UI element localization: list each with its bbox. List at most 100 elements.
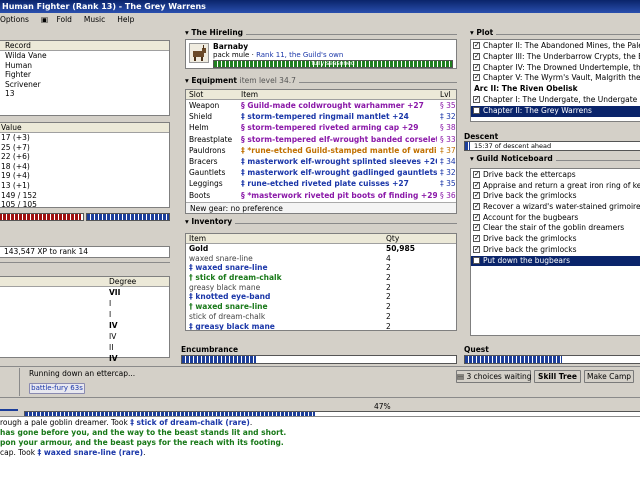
equipment-row[interactable]: Leggings ‡ rune-etched riveted plate cuis… [186, 178, 456, 189]
choices-button[interactable]: ▤ 3 choices waiting [456, 370, 532, 383]
rarity-mark: § [241, 123, 245, 133]
guild-row[interactable]: Put down the bugbears [471, 255, 640, 267]
spell-row[interactable]: VII [0, 287, 169, 298]
stat-value: 18 (+4) [1, 161, 30, 171]
log-line: cap. Took ‡ waxed snare-line (rare). [0, 448, 640, 458]
checkbox[interactable] [473, 223, 480, 233]
plot-label: Chapter I: The Undergate, the Undergate … [483, 94, 640, 104]
mule-icon [189, 43, 209, 63]
guild-row[interactable]: Appraise and return a great iron ring of… [471, 181, 640, 192]
guild-row[interactable]: Drive back the grimlocks [471, 245, 640, 256]
inventory-row[interactable]: Gold 50,985 [186, 244, 456, 254]
spell-row[interactable]: II [0, 342, 169, 353]
plot-row[interactable]: Chapter IV: The Drowned Undertemple, the… [471, 63, 640, 74]
plot-label: Chapter V: The Wyrm's Vault, Malgrith th… [483, 73, 640, 83]
checkbox[interactable] [473, 52, 480, 62]
checkbox[interactable] [473, 170, 480, 180]
spell-degree: II [109, 343, 114, 352]
rarity-mark: § [241, 134, 245, 144]
equipment-row[interactable]: Bracers ‡ masterwork elf-wrought splinted… [186, 156, 456, 167]
hp-bar [0, 213, 84, 221]
menu-item[interactable]: Help [117, 15, 140, 24]
hireling-desc-line: pack mule · Rank 11, the Guild's own [213, 51, 344, 59]
plot-row[interactable]: Chapter II: The Abandoned Mines, the Pal… [471, 41, 640, 52]
stat-value: 22 (+6) [1, 152, 30, 162]
equipment-row[interactable]: Breastplate § storm-tempered elf-wrought … [186, 134, 456, 145]
chevron-down-icon[interactable]: ▾ [470, 28, 474, 37]
equipment-row[interactable]: Gauntlets ‡ masterwork elf-wrought gadlin… [186, 167, 456, 178]
make-camp-button[interactable]: Make Camp [584, 370, 634, 383]
equip-slot: Leggings [189, 179, 223, 189]
menu-item[interactable]: Options [0, 15, 35, 24]
spell-degree: VII [109, 288, 121, 297]
inventory-row[interactable]: † waxed snare-line 2 [186, 302, 456, 312]
new-gear-bar[interactable]: New gear: no preference [186, 202, 456, 213]
stat-value: 17 (+3) [1, 133, 30, 142]
hireling-heading: ▾ The Hireling [185, 28, 247, 37]
inventory-row[interactable]: greasy black mane 2 [186, 283, 456, 293]
guild-row[interactable]: Recover a wizard's water-stained grimoir… [471, 202, 640, 213]
checkbox[interactable] [473, 202, 480, 212]
guild-row[interactable]: Account for the bugbears [471, 213, 640, 224]
equipment-row[interactable]: Pauldrons ‡ *rune-etched Guild-stamped ma… [186, 145, 456, 156]
scroll-icon: ▤ [457, 372, 465, 381]
buff-chip[interactable]: battle-fury 63s [29, 383, 85, 394]
rarity-mark: ‡ [241, 156, 245, 166]
plot-row[interactable]: Chapter I: The Undergate, the Undergate … [471, 95, 640, 106]
menu-item[interactable]: ▣ Fold [41, 15, 78, 24]
chevron-down-icon[interactable]: ▾ [185, 217, 189, 226]
guild-row[interactable]: Drive back the grimlocks [471, 234, 640, 245]
spell-row[interactable]: IV [0, 353, 169, 364]
checkbox[interactable] [473, 181, 480, 190]
checkbox[interactable] [473, 41, 480, 51]
inv-item: Gold [189, 244, 209, 253]
inventory-row[interactable]: waxed snare-line 4 [186, 254, 456, 264]
checkbox[interactable] [473, 256, 480, 264]
guild-row[interactable]: Drive back the ettercaps [471, 170, 640, 181]
plot-row[interactable]: Chapter II: The Grey Warrens [471, 105, 640, 117]
equipment-row[interactable]: Helm § storm-tempered riveted arming cap … [186, 122, 456, 133]
plot-row[interactable]: Arc II: The Riven Obelisk [471, 84, 640, 95]
chevron-down-icon[interactable]: ▾ [185, 28, 189, 37]
checkbox[interactable] [473, 63, 480, 72]
xp-rule [0, 262, 170, 263]
checkbox[interactable] [473, 213, 480, 222]
checkbox[interactable] [473, 245, 480, 255]
skill-tree-button[interactable]: Skill Tree [534, 370, 581, 383]
chevron-down-icon[interactable]: ▾ [185, 76, 189, 85]
equip-item: masterwork elf-wrought splinted sleeves … [247, 156, 437, 166]
inv-col-qty: Qty [386, 234, 400, 243]
equipment-row[interactable]: Shield ‡ storm-tempered ringmail mantlet … [186, 111, 456, 122]
inv-qty: 2 [386, 273, 391, 283]
stats-table: Value 17 (+3) 25 (+7) 22 (+6) 18 (+4) 19 (+4… [0, 122, 170, 209]
spell-row[interactable]: I [0, 309, 169, 320]
plot-row[interactable]: Chapter III: The Underbarrow Crypts, the… [471, 52, 640, 63]
checkbox[interactable] [473, 95, 480, 105]
guild-row[interactable]: Drive back the grimlocks [471, 191, 640, 202]
inventory-row[interactable]: stick of dream-chalk 2 [186, 312, 456, 322]
inventory-row[interactable]: † stick of dream-chalk 2 [186, 273, 456, 283]
plot-row[interactable]: Chapter V: The Wyrm's Vault, Malgrith th… [471, 73, 640, 84]
spells-table: Degree VII I I IV IV II IV [0, 276, 170, 363]
spell-row[interactable]: I [0, 298, 169, 309]
guild-row[interactable]: Clear the stair of the goblin dreamers [471, 223, 640, 234]
checkbox[interactable] [473, 73, 480, 83]
equipment-table: Slot Item Lvl Weapon § Guild-made coldwro… [185, 89, 457, 214]
spell-row[interactable]: IV [0, 320, 169, 331]
inventory-row[interactable]: ‡ greasy black mane 2 [186, 322, 456, 331]
menu-item[interactable]: Music [84, 15, 111, 24]
equip-lvl: § 38 [440, 123, 456, 133]
equipment-row[interactable]: Weapon § Guild-made coldwrought warhammer… [186, 100, 456, 111]
hireling-desc: pack mule [213, 51, 250, 59]
chevron-down-icon[interactable]: ▾ [470, 154, 474, 163]
checkbox[interactable] [473, 191, 480, 201]
inventory-row[interactable]: ‡ knotted eye-band 2 [186, 292, 456, 302]
make-camp-label: Make Camp [586, 372, 632, 381]
equipment-row[interactable]: Boots § *masterwork riveted pit boots of … [186, 190, 456, 201]
checkbox[interactable] [473, 106, 480, 114]
plot-label: Chapter III: The Underbarrow Crypts, the… [483, 51, 640, 61]
spell-row[interactable]: IV [0, 331, 169, 342]
log-segment: pon your armour, and the beast pays for … [0, 438, 284, 447]
inventory-row[interactable]: ‡ waxed snare-line 2 [186, 263, 456, 273]
checkbox[interactable] [473, 234, 480, 244]
